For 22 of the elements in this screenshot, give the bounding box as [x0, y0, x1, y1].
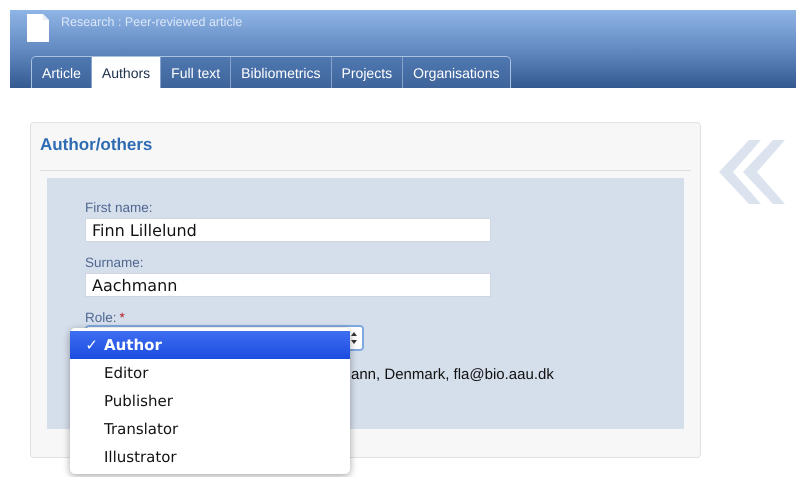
tab[interactable]: Full text [161, 56, 232, 88]
menu-item[interactable]: Illustrator [70, 443, 350, 471]
document-icon [27, 14, 49, 42]
tab[interactable]: Organisations [403, 56, 510, 88]
stepper-arrows-icon [350, 331, 358, 345]
menu-item[interactable]: Translator [70, 415, 350, 443]
tab[interactable]: Projects [332, 56, 404, 88]
affiliation-text: ann, Denmark, fla@bio.aau.dk [351, 366, 555, 383]
field-label: Surname: [85, 255, 145, 270]
tab[interactable]: Bibliometrics [231, 56, 332, 88]
menu-item[interactable]: Publisher [70, 387, 350, 415]
first-name-field[interactable]: Finn Lillelund [85, 218, 491, 242]
double-chevron-icon[interactable] [719, 140, 785, 204]
tab[interactable]: Authors [92, 56, 162, 88]
surname-field[interactable]: Aachmann [85, 273, 491, 297]
field-label: Role: * [85, 310, 126, 325]
tab[interactable]: Article [32, 56, 92, 88]
field-label: First name: [85, 200, 154, 215]
menu-item[interactable]: ✓ Author [70, 331, 350, 359]
page-title: Research : Peer-reviewed article [61, 15, 242, 29]
section-title: Author/others [40, 123, 691, 171]
menu-item[interactable]: Editor [70, 359, 350, 387]
